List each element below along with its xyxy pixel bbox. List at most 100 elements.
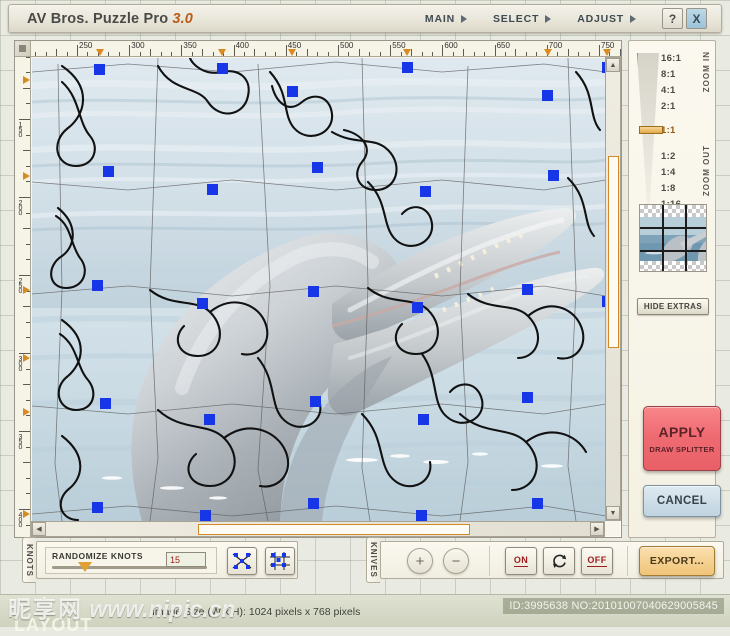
- minus-icon: −: [451, 552, 461, 570]
- chevron-right-icon: [630, 14, 636, 23]
- guide-marker[interactable]: [403, 49, 412, 58]
- randomize-knots-slider-thumb[interactable]: [78, 562, 92, 572]
- randomize-knots-value[interactable]: 15: [166, 552, 206, 567]
- ruler-label: 500: [340, 41, 354, 50]
- zoom-ratio-16-1[interactable]: 16:1: [661, 53, 681, 64]
- knives-off-button[interactable]: OFF: [581, 547, 613, 575]
- ruler-tick-minor: [26, 72, 30, 74]
- zoom-slider-widget[interactable]: 16:1 8:1 4:1 2:1 1:1 1:2 1:4 1:8 1:16 ZO…: [629, 47, 715, 222]
- tab-knots[interactable]: KNOTS: [22, 537, 36, 583]
- vertical-ruler[interactable]: 150 200 250 300 350 400: [15, 57, 31, 537]
- cancel-button[interactable]: CANCEL: [643, 485, 721, 517]
- title-bar: AV Bros. Puzzle Pro 3.0 MAIN SELECT ADJUS…: [8, 4, 722, 33]
- ruler-tick-minor: [473, 52, 475, 56]
- ruler-tick-minor: [379, 52, 381, 56]
- knives-on-button[interactable]: ON: [505, 547, 537, 575]
- knot-scatter-button[interactable]: [227, 547, 257, 575]
- ruler-tick-major: [129, 45, 131, 56]
- menu-adjust[interactable]: ADJUST: [577, 13, 636, 25]
- horizontal-scrollbar[interactable]: ◀ ▶: [31, 521, 605, 537]
- ruler-corner[interactable]: [15, 41, 31, 57]
- menu-main-label: MAIN: [424, 12, 455, 25]
- zoom-ratio-8-1[interactable]: 8:1: [661, 69, 676, 80]
- scroll-right-arrow[interactable]: ▶: [590, 522, 604, 536]
- thumb-grid-h1: [640, 227, 706, 229]
- horizontal-ruler[interactable]: 250 300 350 400 450 500 550 600 650 700 750: [31, 41, 621, 57]
- randomize-knots-label: RANDOMIZE KNOTS: [52, 551, 144, 561]
- knot-scatter-icon: [232, 553, 252, 569]
- zoom-slider-handle[interactable]: [639, 126, 663, 134]
- horizontal-scroll-thumb[interactable]: [198, 524, 470, 535]
- ruler-tick-minor: [515, 49, 517, 56]
- ruler-tick-major: [181, 45, 183, 56]
- ruler-label: 350: [17, 434, 24, 449]
- chevron-right-icon: [545, 14, 552, 23]
- zoom-ratio-current[interactable]: 1:1: [661, 125, 676, 136]
- ruler-tick-minor: [26, 321, 30, 323]
- tab-knives[interactable]: KNIVES: [366, 537, 380, 583]
- ruler-tick-minor: [484, 52, 486, 56]
- zoom-ratio-4-1[interactable]: 4:1: [661, 85, 676, 96]
- ruler-tick-major: [233, 45, 235, 56]
- ruler-tick-minor: [557, 52, 559, 56]
- canvas-panel: 250 300 350 400 450 500 550 600 650 700 750 150 200…: [14, 40, 622, 538]
- ruler-label: 200: [17, 200, 24, 215]
- zoom-out-label: ZOOM OUT: [702, 145, 711, 197]
- close-button[interactable]: X: [686, 8, 707, 29]
- export-button[interactable]: EXPORT...: [639, 546, 715, 576]
- scroll-left-arrow[interactable]: ◀: [32, 522, 46, 536]
- vertical-scroll-thumb[interactable]: [608, 156, 619, 348]
- navigator-thumbnail[interactable]: [639, 204, 707, 272]
- zoom-ratio-1-8[interactable]: 1:8: [661, 183, 676, 194]
- remove-knife-button[interactable]: −: [443, 548, 469, 574]
- hide-extras-button[interactable]: HIDE EXTRAS: [637, 298, 709, 315]
- ruler-tick-minor: [26, 165, 30, 167]
- page-title: AV Bros. Puzzle Pro 3.0: [27, 11, 193, 27]
- puzzle-canvas[interactable]: [32, 58, 606, 521]
- ruler-label: 150: [17, 122, 24, 137]
- ruler-tick-minor: [306, 49, 308, 56]
- guide-marker[interactable]: [96, 49, 105, 58]
- guide-marker[interactable]: [288, 49, 297, 58]
- ruler-tick-minor: [26, 243, 30, 245]
- menu-select[interactable]: SELECT: [493, 13, 552, 25]
- ruler-tick-major: [19, 119, 30, 120]
- vertical-scrollbar[interactable]: ▲ ▼: [605, 57, 621, 521]
- guide-marker[interactable]: [218, 49, 227, 58]
- menu-main[interactable]: MAIN: [425, 13, 467, 25]
- apply-button[interactable]: APPLY DRAW SPLITTER: [643, 406, 721, 471]
- guide-marker[interactable]: [23, 408, 32, 417]
- guide-marker[interactable]: [23, 510, 32, 519]
- guide-marker[interactable]: [23, 354, 32, 363]
- zoom-ratio-1-2[interactable]: 1:2: [661, 151, 676, 162]
- knot-grid-icon: [270, 552, 290, 570]
- help-button[interactable]: ?: [662, 8, 683, 29]
- zoom-ratio-2-1[interactable]: 2:1: [661, 101, 676, 112]
- ruler-tick-minor: [26, 368, 30, 370]
- app-version: 3.0: [172, 10, 194, 27]
- ruler-tick-minor: [463, 49, 465, 56]
- ruler-tick-major: [442, 45, 444, 56]
- scroll-down-arrow[interactable]: ▼: [606, 506, 620, 520]
- id-badge: ID:3995638 NO:20101007040629005845: [503, 598, 724, 614]
- knives-cycle-button[interactable]: [543, 547, 575, 575]
- ruler-tick-minor: [505, 52, 507, 56]
- knot-grid-button[interactable]: [265, 547, 295, 575]
- scroll-up-arrow[interactable]: ▲: [606, 58, 620, 72]
- guide-marker[interactable]: [23, 172, 32, 181]
- guide-marker[interactable]: [23, 286, 32, 295]
- ruler-tick-minor: [45, 52, 47, 56]
- ruler-tick-minor: [23, 150, 30, 152]
- ruler-tick-minor: [26, 181, 30, 183]
- guide-marker[interactable]: [603, 49, 612, 58]
- add-knife-button[interactable]: +: [407, 548, 433, 574]
- ruler-tick-minor: [26, 337, 30, 339]
- ruler-tick-minor: [23, 462, 30, 464]
- guide-marker[interactable]: [23, 76, 32, 85]
- image-viewport[interactable]: [32, 58, 606, 521]
- app-name: AV Bros. Puzzle Pro: [27, 10, 169, 27]
- guide-marker[interactable]: [544, 49, 553, 58]
- menu-bar: MAIN SELECT ADJUST ? X: [425, 8, 721, 29]
- ruler-tick-minor: [525, 52, 527, 56]
- zoom-ratio-1-4[interactable]: 1:4: [661, 167, 676, 178]
